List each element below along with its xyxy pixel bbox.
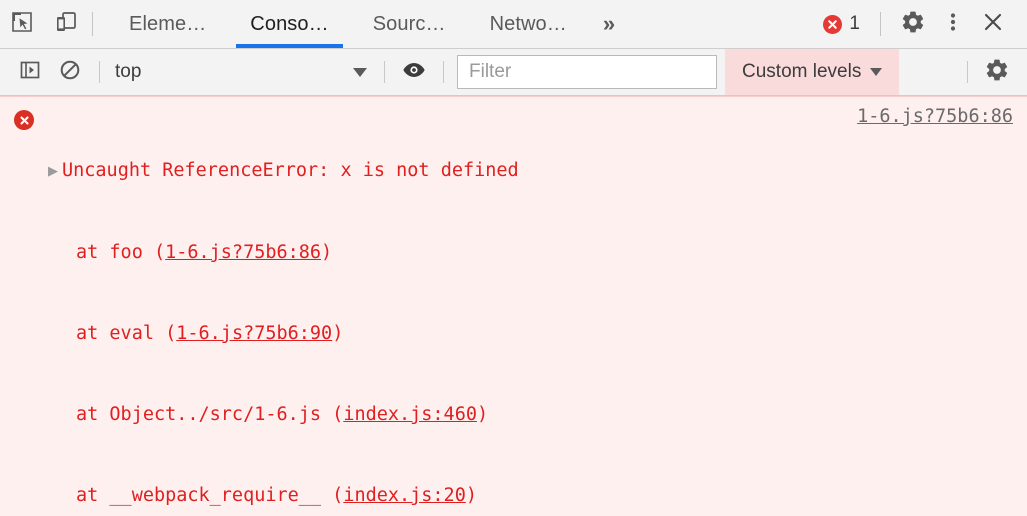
clear-console-button[interactable] [50, 52, 90, 92]
error-source-link[interactable]: 1-6.js?75b6:86 [857, 106, 1013, 127]
console-filter-field[interactable] [457, 55, 717, 89]
stack-frame-link[interactable]: index.js:460 [343, 404, 477, 425]
stack-frame: at eval (1-6.js?75b6:90) [48, 320, 1019, 347]
close-icon [981, 10, 1005, 39]
error-message-body: ▶ Uncaught ReferenceError: x is not defin… [48, 103, 1027, 516]
stack-frame: at __webpack_require__ (index.js:20) [48, 482, 1019, 509]
stack-frame-tail: ) [465, 485, 477, 506]
tabbar-right-controls: 1 [815, 0, 1027, 48]
console-message-list: ▶ Uncaught ReferenceError: x is not defin… [0, 96, 1027, 516]
device-toolbar-icon [54, 10, 78, 39]
close-devtools-button[interactable] [973, 4, 1013, 44]
error-icon-wrap [0, 103, 48, 516]
devtools-panel: Eleme… Conso… Sourc… Netwo… » 1 top Filt… [0, 0, 1027, 516]
chevron-down-icon [353, 67, 367, 77]
tab-sources-label: Sourc… [372, 12, 446, 35]
devtools-more-options-button[interactable] [933, 4, 973, 44]
tab-console[interactable]: Conso… [228, 0, 350, 48]
inspect-element-button[interactable] [0, 0, 44, 48]
execution-context-selector[interactable]: top [109, 61, 375, 83]
tab-sources[interactable]: Sourc… [351, 0, 468, 48]
console-toolbar-right [958, 52, 1027, 92]
error-count-badge[interactable]: 1 [815, 13, 868, 35]
console-toolbar-divider-2 [384, 61, 385, 83]
eye-icon [401, 59, 427, 86]
stack-frame-text: at __webpack_require__ ( [76, 485, 344, 506]
console-toolbar-divider [99, 61, 100, 83]
stack-frame-text: at foo ( [76, 242, 166, 263]
clear-console-icon [58, 58, 82, 87]
console-settings-button[interactable] [977, 52, 1017, 92]
gear-icon [984, 57, 1010, 88]
console-sidebar-toggle-button[interactable] [10, 52, 50, 92]
tabbar-divider [880, 12, 881, 36]
stack-frame-text: at Object../src/1-6.js ( [76, 404, 344, 425]
tab-elements[interactable]: Eleme… [107, 0, 228, 48]
tab-network[interactable]: Netwo… [468, 0, 589, 48]
devtools-tabbar: Eleme… Conso… Sourc… Netwo… » 1 [0, 0, 1027, 49]
error-count-label: 1 [849, 13, 860, 34]
console-error-message[interactable]: ▶ Uncaught ReferenceError: x is not defin… [0, 96, 1027, 516]
more-tabs-button[interactable]: » [589, 0, 629, 48]
panel-tabs: Eleme… Conso… Sourc… Netwo… » [107, 0, 629, 48]
stack-frame-text: at eval ( [76, 323, 177, 344]
stack-frame-link[interactable]: 1-6.js?75b6:86 [165, 242, 321, 263]
error-title: Uncaught ReferenceError: x is not define… [62, 160, 519, 181]
filter-input[interactable] [467, 60, 707, 84]
stack-frame: at Object../src/1-6.js (index.js:460) [48, 401, 1019, 428]
tab-network-label: Netwo… [489, 12, 567, 35]
devtools-settings-button[interactable] [893, 4, 933, 44]
stack-frame-tail: ) [476, 404, 489, 425]
stack-frame: at foo (1-6.js?75b6:86) [48, 239, 1019, 266]
error-circle-icon [823, 14, 843, 34]
gear-icon [900, 9, 926, 40]
device-toolbar-button[interactable] [44, 0, 88, 48]
chevron-down-icon [870, 68, 883, 76]
inspect-element-icon [10, 10, 34, 39]
log-levels-dropdown[interactable]: Custom levels [725, 49, 900, 95]
three-dot-menu-icon [942, 10, 964, 39]
log-levels-label: Custom levels [742, 61, 862, 82]
console-sidebar-toggle-icon [18, 58, 42, 87]
double-chevron-right-icon: » [602, 11, 616, 36]
stack-frame-link[interactable]: index.js:20 [343, 485, 466, 506]
stack-frame-tail: ) [321, 242, 333, 263]
stack-frame-link[interactable]: 1-6.js?75b6:90 [176, 323, 332, 344]
console-toolbar: top Custom levels [0, 49, 1027, 96]
console-toolbar-divider-3 [443, 61, 444, 83]
stack-frame-tail: ) [332, 323, 344, 344]
error-title-line: ▶ Uncaught ReferenceError: x is not defin… [48, 157, 1019, 185]
tab-elements-label: Eleme… [129, 12, 207, 35]
toolbar-divider [92, 12, 93, 36]
create-live-expression-button[interactable] [394, 52, 434, 92]
tab-console-label: Conso… [250, 12, 329, 35]
expand-triangle-icon[interactable]: ▶ [48, 158, 62, 185]
execution-context-label: top [115, 61, 142, 82]
console-toolbar-divider-4 [967, 61, 968, 83]
error-icon [14, 110, 34, 130]
